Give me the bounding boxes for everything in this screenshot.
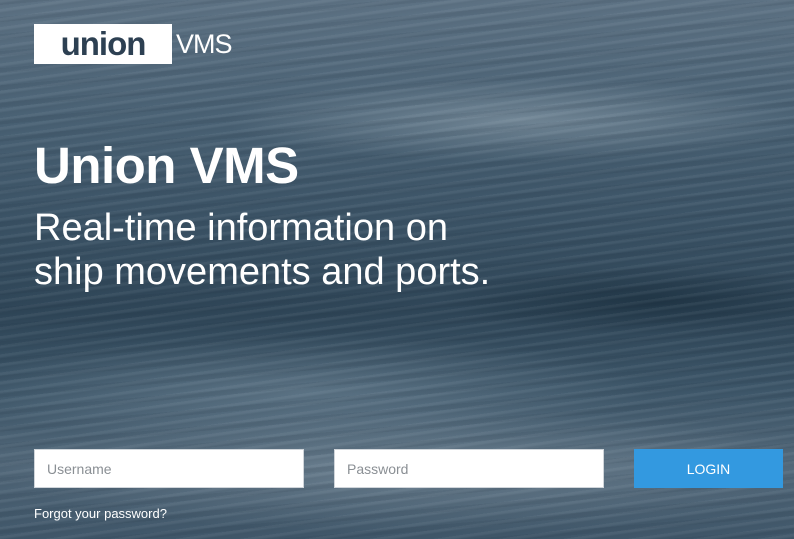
logo-wordmark: union [34,24,172,64]
password-input[interactable] [334,449,604,488]
login-button[interactable]: LOGIN [634,449,783,488]
username-input[interactable] [34,449,304,488]
forgot-password-link[interactable]: Forgot your password? [34,506,167,521]
union-vms-logo: union VMS [34,24,233,64]
logo-subtext: VMS [176,28,233,59]
page-title: Union VMS [34,137,299,194]
page-subtitle: Real-time information on ship movements … [34,207,491,293]
